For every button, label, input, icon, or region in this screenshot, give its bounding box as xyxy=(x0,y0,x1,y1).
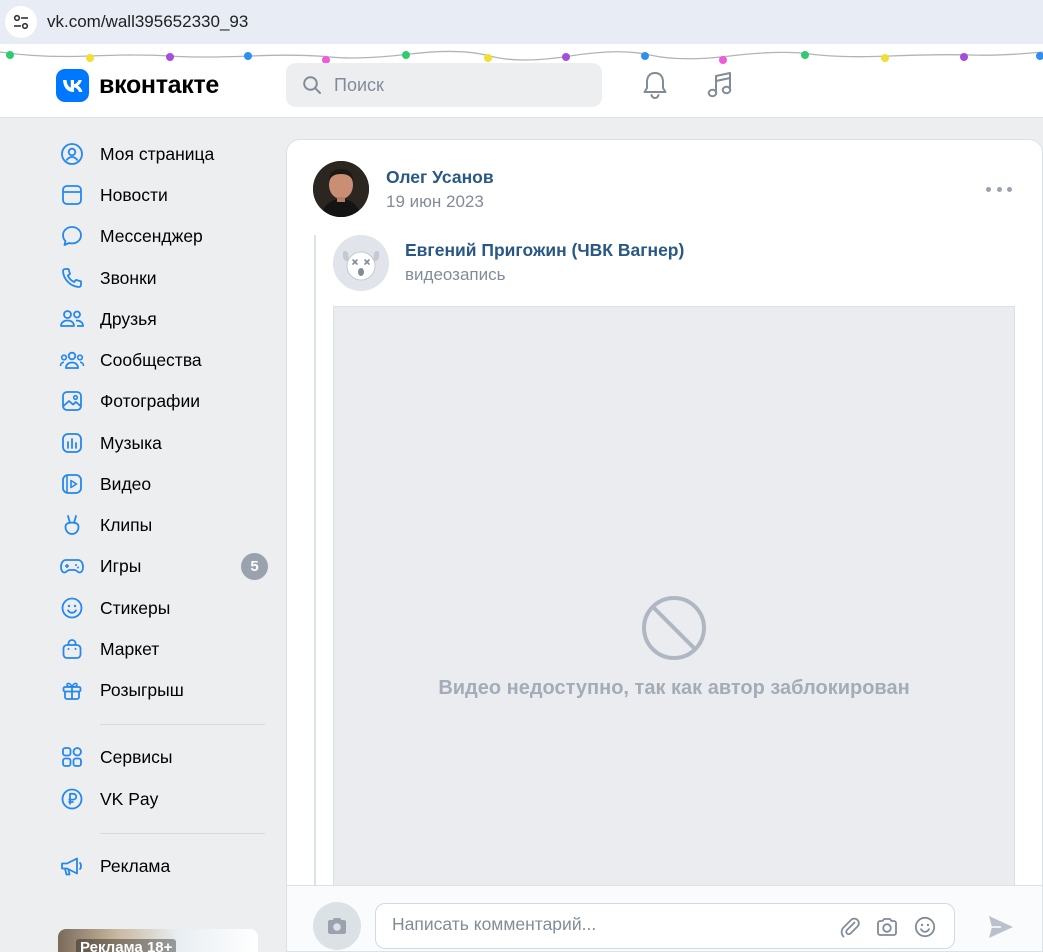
sidebar-item-music[interactable]: Музыка xyxy=(56,425,270,461)
address-url[interactable]: vk.com/wall395652330_93 xyxy=(47,12,248,32)
photo-icon xyxy=(56,385,88,417)
comment-input[interactable] xyxy=(392,914,822,935)
sidebar-item-label: Маркет xyxy=(100,638,160,659)
sidebar-item-ads[interactable]: Реклама xyxy=(56,848,270,884)
post-date[interactable]: 19 июн 2023 xyxy=(386,192,484,212)
sidebar-item-vk-pay[interactable]: VK Pay xyxy=(56,781,270,817)
megaphone-icon xyxy=(56,850,88,882)
sidebar-item-label: Новости xyxy=(100,184,168,205)
sidebar-item-label: Клипы xyxy=(100,514,153,535)
vk-logo[interactable]: вконтакте xyxy=(56,69,219,102)
sidebar-item-label: Фотографии xyxy=(100,390,201,411)
sidebar-item-video[interactable]: Видео xyxy=(56,466,270,502)
clips-icon xyxy=(56,509,88,541)
repost-indicator-line xyxy=(314,235,316,951)
sidebar-item-giveaway[interactable]: Розыгрыш xyxy=(56,672,270,708)
bag-icon xyxy=(56,633,88,665)
sidebar-item-label: Реклама xyxy=(100,855,171,876)
video-player-blocked[interactable]: Видео недоступно, так как автор заблокир… xyxy=(333,306,1015,896)
comment-bar xyxy=(287,885,1042,951)
phone-icon xyxy=(56,262,88,294)
ruble-icon xyxy=(56,783,88,815)
comment-field[interactable] xyxy=(375,903,955,949)
news-icon xyxy=(56,179,88,211)
sidebar-item-messenger[interactable]: Мессенджер xyxy=(56,218,270,254)
sidebar-item-games[interactable]: Игры 5 xyxy=(56,548,270,584)
ad-age-label: Реклама 18+ xyxy=(76,939,177,952)
search-box[interactable] xyxy=(286,63,602,107)
blocked-icon xyxy=(642,596,706,660)
sidebar-item-label: Мессенджер xyxy=(100,225,203,246)
video-icon xyxy=(56,468,88,500)
grid-icon xyxy=(56,741,88,773)
logo-text: вконтакте xyxy=(99,71,220,99)
vk-logo-icon xyxy=(56,69,89,102)
sidebar-item-stickers[interactable]: Стикеры xyxy=(56,590,270,626)
sidebar-item-friends[interactable]: Друзья xyxy=(56,301,270,337)
repost-source-type: видеозапись xyxy=(405,265,506,284)
deactivated-dog-avatar[interactable] xyxy=(333,235,389,291)
message-icon xyxy=(56,220,88,252)
gamepad-icon xyxy=(56,550,88,582)
sidebar-item-news[interactable]: Новости xyxy=(56,177,270,213)
site-settings-icon[interactable] xyxy=(5,6,37,38)
wall-post: Олег Усанов 19 июн 2023 Евгений Пригожин… xyxy=(286,139,1043,952)
sidebar-item-clips[interactable]: Клипы xyxy=(56,507,270,543)
photo-camera-icon[interactable] xyxy=(873,913,901,941)
camera-icon[interactable] xyxy=(313,902,361,950)
sidebar-item-label: Сервисы xyxy=(100,746,173,767)
browser-address-bar: vk.com/wall395652330_93 xyxy=(0,0,1043,44)
bell-icon[interactable] xyxy=(640,70,670,100)
left-sidebar: Моя страница Новости Мессенджер Звонки Д… xyxy=(0,119,285,952)
emoji-icon[interactable] xyxy=(911,913,939,941)
search-input[interactable] xyxy=(334,74,584,96)
send-icon[interactable] xyxy=(984,910,1018,944)
sidebar-divider xyxy=(100,833,265,834)
sidebar-item-label: Розыгрыш xyxy=(100,679,184,700)
sidebar-item-label: Моя страница xyxy=(100,143,215,164)
more-options-icon[interactable] xyxy=(986,184,1012,194)
sidebar-item-services[interactable]: Сервисы xyxy=(56,739,270,775)
sidebar-item-label: Сообщества xyxy=(100,349,202,370)
video-unavailable-message: Видео недоступно, так как автор заблокир… xyxy=(438,677,910,699)
author-avatar[interactable] xyxy=(313,161,369,217)
ad-banner[interactable]: Реклама 18+ xyxy=(58,929,258,952)
sidebar-item-calls[interactable]: Звонки xyxy=(56,260,270,296)
search-icon xyxy=(303,76,321,94)
sidebar-item-label: Видео xyxy=(100,473,152,494)
smile-icon xyxy=(56,592,88,624)
music-icon xyxy=(56,427,88,459)
sidebar-item-market[interactable]: Маркет xyxy=(56,631,270,667)
sidebar-item-photos[interactable]: Фотографии xyxy=(56,383,270,419)
sidebar-item-label: VK Pay xyxy=(100,788,159,809)
music-note-icon[interactable] xyxy=(705,70,735,100)
attach-icon[interactable] xyxy=(836,913,864,941)
repost-source-name[interactable]: Евгений Пригожин (ЧВК Вагнер) xyxy=(405,240,684,261)
user-circle-icon xyxy=(56,138,88,170)
friends-icon xyxy=(56,303,88,335)
sidebar-item-label: Игры xyxy=(100,555,142,576)
sidebar-item-my-page[interactable]: Моя страница xyxy=(56,136,270,172)
sidebar-item-label: Друзья xyxy=(100,308,157,329)
sidebar-item-communities[interactable]: Сообщества xyxy=(56,342,270,378)
communities-icon xyxy=(56,344,88,376)
sidebar-item-label: Музыка xyxy=(100,432,162,453)
gift-icon xyxy=(56,674,88,706)
games-count-badge: 5 xyxy=(241,553,268,580)
sidebar-item-label: Звонки xyxy=(100,267,157,288)
site-header: вконтакте xyxy=(0,44,1043,118)
sidebar-item-label: Стикеры xyxy=(100,597,171,618)
post-author-name[interactable]: Олег Усанов xyxy=(386,167,494,188)
sidebar-divider xyxy=(100,724,265,725)
